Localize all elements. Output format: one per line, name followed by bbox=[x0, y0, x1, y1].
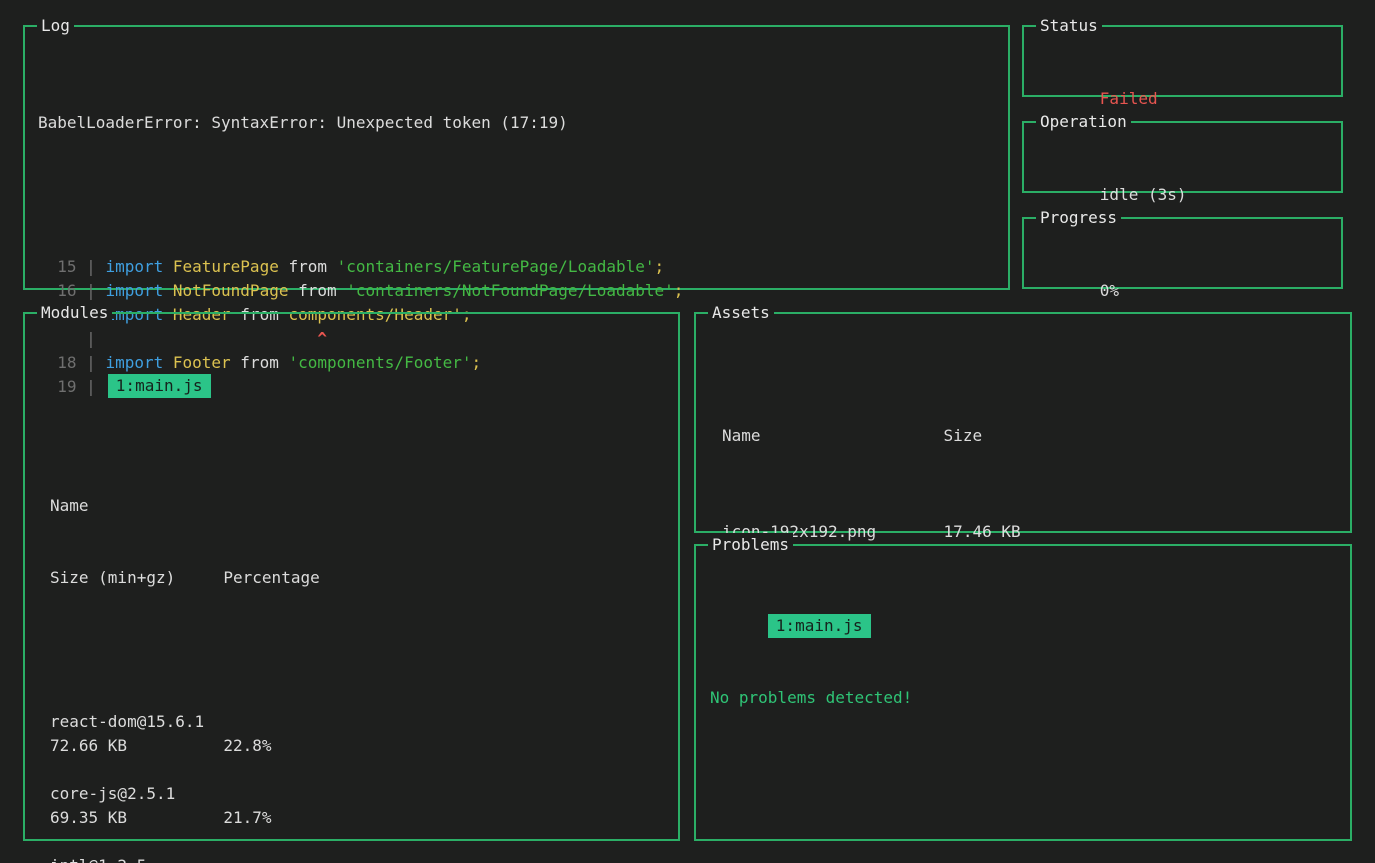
webpack-dashboard-terminal: Log BabelLoaderError: SyntaxError: Unexp… bbox=[0, 0, 1375, 863]
modules-header-pct: Percentage bbox=[223, 568, 319, 587]
operation-value: idle (3s) bbox=[1100, 185, 1187, 204]
assets-rows: icon-192x192.png17.46 KB bbox=[722, 520, 1350, 544]
assets-panel-title: Assets bbox=[708, 301, 774, 325]
log-code-line: 15 | import FeaturePage from 'containers… bbox=[38, 255, 994, 279]
modules-header-row2: Size (min+gz)Percentage bbox=[50, 566, 678, 590]
assets-header-size: Size bbox=[944, 426, 983, 445]
problems-message: No problems detected! bbox=[710, 686, 1350, 710]
operation-panel-title: Operation bbox=[1036, 110, 1131, 134]
progress-panel-title: Progress bbox=[1036, 206, 1121, 230]
assets-header-name: Name bbox=[722, 424, 944, 448]
modules-body: 1:main.js Name Size (min+gz)Percentage r… bbox=[25, 314, 678, 863]
log-error-message: BabelLoaderError: SyntaxError: Unexpecte… bbox=[38, 111, 994, 135]
modules-header-name: Name bbox=[50, 494, 678, 518]
modules-rows: react-dom@15.6.172.66 KB22.8% core-js@2.5… bbox=[50, 710, 678, 863]
operation-panel: Operation idle (3s) bbox=[1022, 121, 1343, 193]
log-blank-line bbox=[38, 183, 994, 207]
progress-body: 0% bbox=[1024, 219, 1341, 327]
status-value: Failed bbox=[1100, 89, 1158, 108]
asset-row: icon-192x192.png17.46 KB bbox=[722, 520, 1350, 544]
problems-body: 1:main.js No problems detected! bbox=[696, 546, 1350, 758]
problems-panel: Problems 1:main.js No problems detected! bbox=[694, 544, 1352, 841]
log-panel-title: Log bbox=[37, 14, 74, 38]
modules-chunk-badge: 1:main.js bbox=[108, 374, 211, 398]
modules-panel: Modules 1:main.js Name Size (min+gz)Perc… bbox=[23, 312, 680, 841]
log-code-line: 16 | import NotFoundPage from 'container… bbox=[38, 279, 994, 303]
modules-table-header: Name Size (min+gz)Percentage bbox=[50, 446, 678, 638]
module-row: core-js@2.5.169.35 KB21.7% bbox=[50, 782, 678, 830]
modules-header-size: Size (min+gz) bbox=[50, 566, 223, 590]
module-row: react-dom@15.6.172.66 KB22.8% bbox=[50, 710, 678, 758]
module-row: intl@1.2.521.33 KB6.69% bbox=[50, 854, 678, 863]
problems-chunk-badge: 1:main.js bbox=[768, 614, 871, 638]
problems-panel-title: Problems bbox=[708, 533, 793, 557]
progress-panel: Progress 0% bbox=[1022, 217, 1343, 289]
log-panel: Log BabelLoaderError: SyntaxError: Unexp… bbox=[23, 25, 1010, 290]
assets-table-header: NameSize bbox=[722, 424, 1350, 448]
assets-panel: Assets NameSize icon-192x192.png17.46 KB bbox=[694, 312, 1352, 533]
status-panel-title: Status bbox=[1036, 14, 1102, 38]
status-panel: Status Failed bbox=[1022, 25, 1343, 97]
modules-panel-title: Modules bbox=[37, 301, 112, 325]
progress-value: 0% bbox=[1100, 281, 1119, 300]
